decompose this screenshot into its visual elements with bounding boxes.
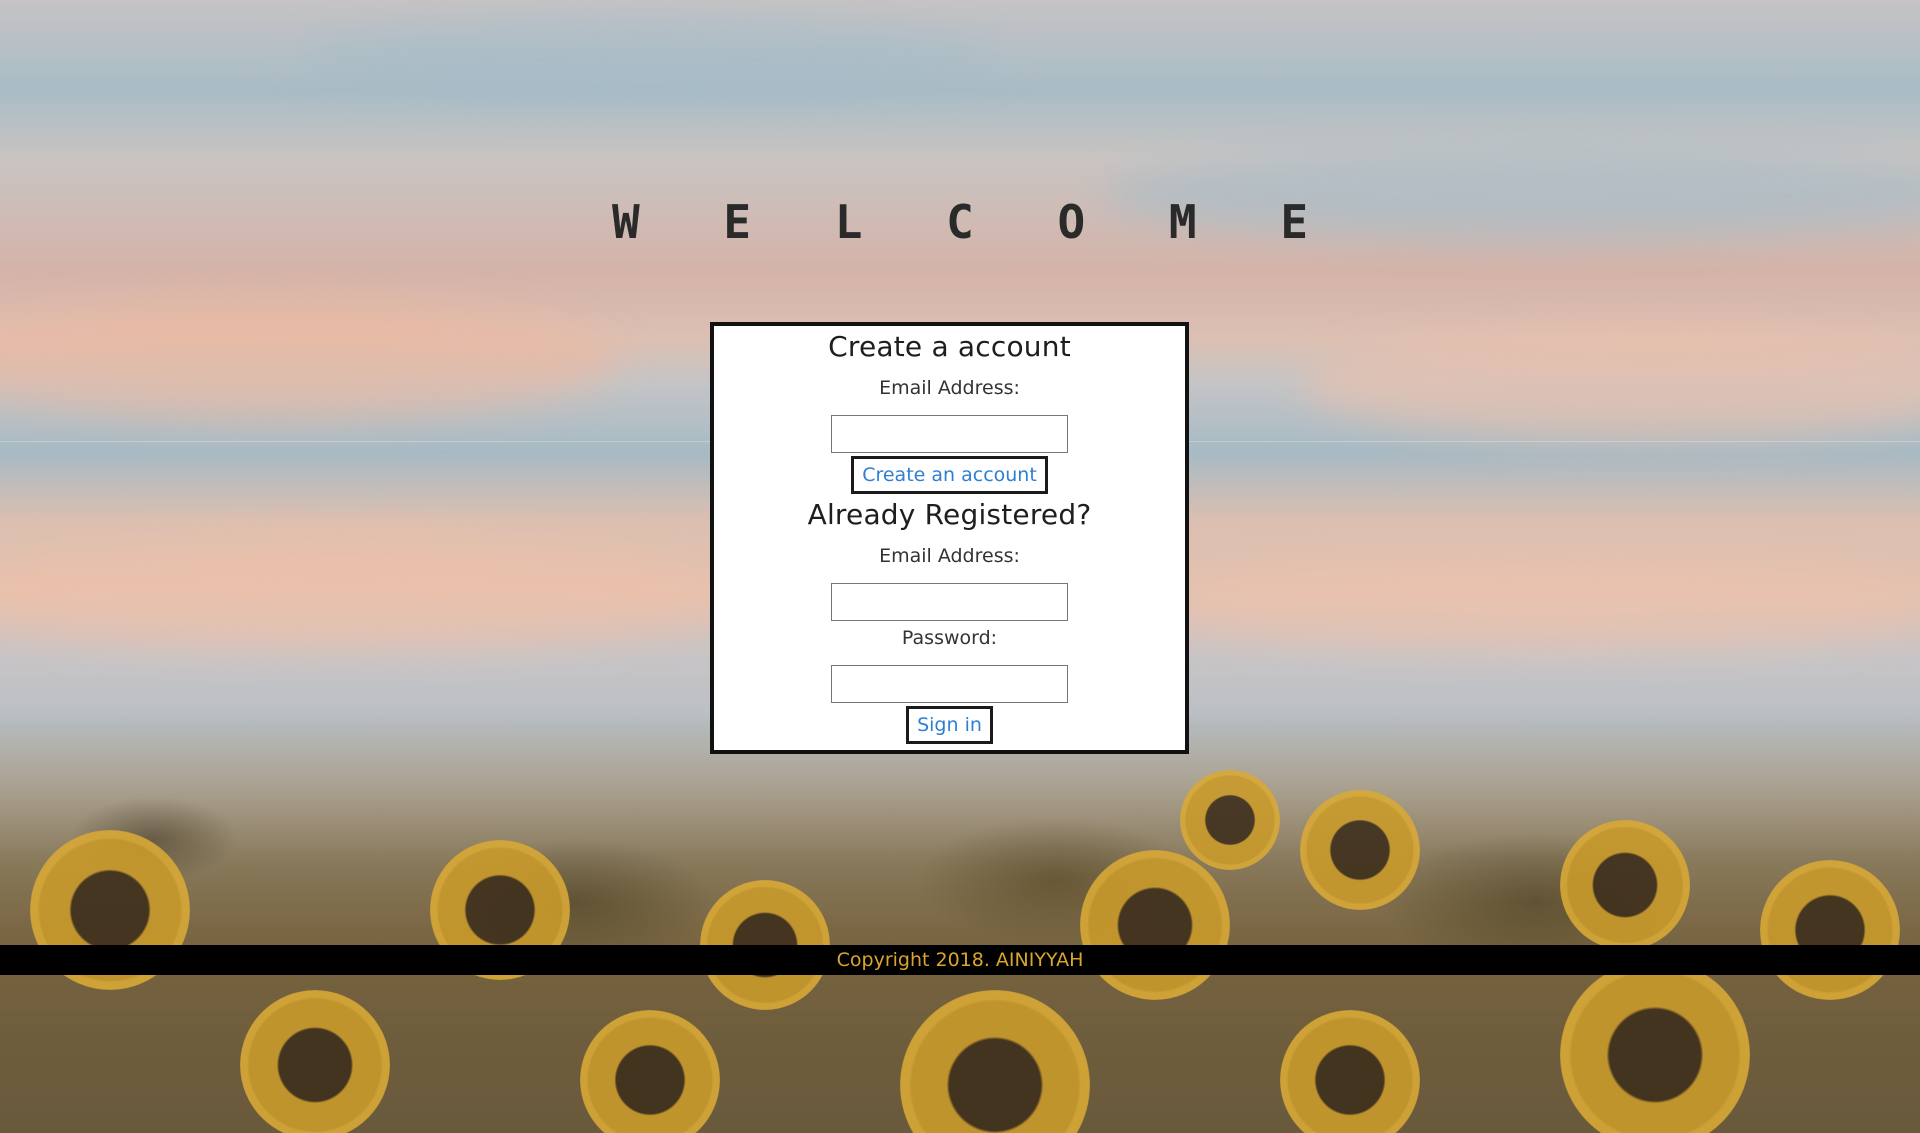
- sunflower: [1180, 770, 1280, 870]
- signin-email-input[interactable]: [831, 583, 1068, 621]
- sunflower: [240, 990, 390, 1133]
- cloud-streak: [300, 20, 1000, 100]
- sunflower: [1760, 860, 1900, 1000]
- password-label: Password:: [901, 627, 998, 649]
- copyright-text: Copyright 2018. AINIYYAH: [836, 949, 1084, 971]
- password-input[interactable]: [831, 665, 1068, 703]
- sign-in-button[interactable]: Sign in: [906, 706, 993, 744]
- welcome-heading: W E L C O M E: [611, 195, 1337, 249]
- footer-bar: Copyright 2018. AINIYYAH: [0, 945, 1920, 975]
- sunflower: [1080, 850, 1230, 1000]
- cloud-streak: [1150, 560, 1920, 650]
- create-account-button[interactable]: Create an account: [851, 456, 1048, 494]
- create-email-input[interactable]: [831, 415, 1068, 453]
- signin-email-label: Email Address:: [879, 545, 1020, 567]
- sunflower: [1560, 820, 1690, 950]
- create-account-title: Create a account: [828, 330, 1071, 363]
- already-registered-title: Already Registered?: [807, 498, 1092, 531]
- auth-card: Create a account Email Address: Create a…: [710, 322, 1189, 754]
- sunflower: [1300, 790, 1420, 910]
- create-email-label: Email Address:: [879, 377, 1020, 399]
